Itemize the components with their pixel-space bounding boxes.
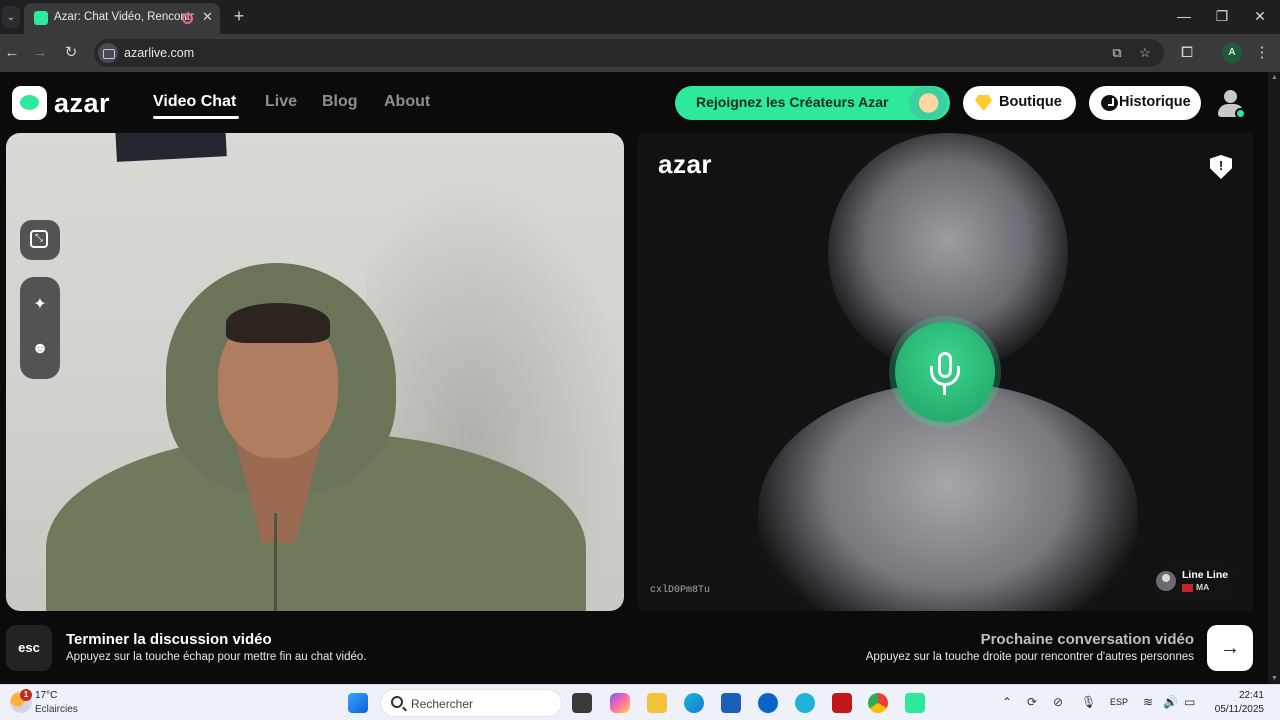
battery-icon[interactable]: ▭ — [1184, 695, 1195, 709]
remote-video: azar ! cxlD0Pm8Tu Line Line MA — [638, 133, 1254, 611]
taskbar-search[interactable]: Rechercher — [380, 689, 562, 717]
sync-icon[interactable]: ⟳ — [1027, 695, 1037, 709]
hp-icon[interactable] — [758, 693, 778, 713]
extensions-icon[interactable]: ⧠ — [1177, 43, 1197, 63]
join-creators-button[interactable]: Rejoignez les Créateurs Azar — [675, 86, 950, 120]
person-hair — [226, 303, 330, 343]
recording-indicator-icon — [182, 13, 193, 24]
local-video — [6, 133, 624, 611]
tab-title: Azar: Chat Vidéo, Rencontre — [54, 11, 194, 23]
end-chat-hint: Appuyez sur la touche échap pour mettre … — [66, 651, 367, 663]
azar-watermark: azar — [658, 149, 713, 179]
nav-video-chat[interactable]: Video Chat — [153, 93, 236, 111]
search-placeholder: Rechercher — [411, 697, 474, 711]
nav-active-underline — [153, 116, 239, 119]
scroll-up-icon[interactable]: ▲ — [1271, 74, 1278, 81]
mcafee-icon[interactable] — [832, 693, 852, 713]
windows-start-icon[interactable] — [348, 693, 368, 713]
peer-name: Line Line — [1182, 569, 1229, 581]
azar-logo-icon — [12, 86, 47, 120]
microphone-icon — [895, 322, 995, 422]
jacket-zipper — [274, 513, 277, 611]
back-arrow-icon[interactable]: ← — [2, 43, 22, 63]
peer-country: MA — [1196, 582, 1210, 592]
clock-icon — [1101, 95, 1118, 111]
file-explorer-icon[interactable] — [647, 693, 667, 713]
next-chat-hint: Appuyez sur la touche droite pour rencon… — [865, 651, 1194, 663]
system-date[interactable]: 05/11/2025 — [1215, 704, 1264, 715]
sparkle-effects-icon[interactable]: ✦ — [30, 295, 50, 315]
user-avatar-icon[interactable] — [1215, 88, 1247, 120]
bookmark-star-icon[interactable]: ☆ — [1136, 44, 1154, 62]
browser-menu-icon[interactable]: ⋮ — [1252, 43, 1272, 63]
forward-arrow-icon[interactable]: → — [30, 43, 50, 63]
new-tab-button[interactable]: + — [230, 6, 248, 26]
show-hidden-icons-chevron-icon[interactable]: ⌃ — [1002, 695, 1012, 709]
wifi-icon[interactable]: ≋ — [1143, 695, 1153, 709]
azar-logo[interactable]: azar — [12, 86, 122, 120]
tab-close-icon[interactable]: ✕ — [202, 9, 216, 25]
camera-off-icon[interactable]: ⊘ — [1053, 695, 1063, 709]
close-window-button[interactable]: ✕ — [1250, 6, 1270, 26]
peer-avatar-icon — [1156, 571, 1176, 591]
windows-taskbar: 1 17°C Eclaircies Rechercher ⌃ ⟳ ⊘ 🎙 ESP… — [0, 684, 1280, 720]
hp-smart-icon[interactable] — [795, 693, 815, 713]
nav-about[interactable]: About — [384, 93, 430, 111]
peer-session-id: cxlD0Pm8Tu — [650, 585, 711, 596]
end-chat-title: Terminer la discussion vidéo — [66, 631, 272, 648]
history-button[interactable]: Historique — [1089, 86, 1201, 120]
edge-icon[interactable] — [684, 693, 704, 713]
page-scrollbar[interactable]: ▲ ▼ — [1268, 72, 1280, 684]
azar-app-icon[interactable] — [905, 693, 925, 713]
join-creators-label: Rejoignez les Créateurs Azar — [696, 94, 889, 110]
country-flag-icon — [1182, 584, 1193, 592]
chrome-icon[interactable] — [868, 693, 888, 713]
azar-logo-text: azar — [54, 88, 111, 118]
next-chat-title: Prochaine conversation vidéo — [980, 631, 1194, 648]
creators-illustration-icon — [901, 87, 947, 119]
scroll-down-icon[interactable]: ▼ — [1271, 675, 1278, 682]
address-bar[interactable]: azarlive.com ⧉ ☆ — [94, 39, 1164, 67]
history-label: Historique — [1119, 94, 1191, 110]
maximize-button[interactable]: ❐ — [1212, 6, 1232, 26]
report-shield-icon[interactable]: ! — [1210, 155, 1232, 179]
url-text[interactable]: azarlive.com — [124, 46, 194, 60]
nav-live[interactable]: Live — [265, 93, 297, 111]
tab-search-chevron-icon[interactable]: ⌄ — [2, 6, 20, 28]
background-object — [115, 133, 227, 162]
browser-toolbar: ← → ↻ azarlive.com ⧉ ☆ ⧠ A ⋮ — [0, 34, 1280, 72]
peer-info-card[interactable]: Line Line MA — [1150, 566, 1238, 596]
microsoft-store-icon[interactable] — [721, 693, 741, 713]
cast-icon[interactable]: ⧉ — [1108, 44, 1126, 62]
azar-favicon-icon — [34, 11, 48, 25]
active-tab[interactable]: Azar: Chat Vidéo, Rencontre ✕ — [24, 3, 220, 34]
copilot-icon[interactable] — [610, 693, 630, 713]
collapse-icon: ⤡ — [30, 230, 48, 248]
system-time[interactable]: 22:41 — [1239, 690, 1264, 701]
weather-condition[interactable]: Eclaircies — [35, 704, 78, 715]
next-chat-button[interactable]: → — [1207, 625, 1253, 671]
minimize-button[interactable]: — — [1174, 6, 1194, 26]
microphone-button[interactable] — [889, 316, 1001, 428]
site-info-icon[interactable] — [98, 43, 118, 63]
reload-icon[interactable]: ↻ — [61, 43, 81, 63]
shop-button[interactable]: Boutique — [963, 86, 1076, 120]
microphone-tray-icon[interactable]: 🎙 — [1081, 695, 1096, 709]
nav-blog[interactable]: Blog — [322, 93, 358, 111]
keyboard-language[interactable]: ESP — [1110, 697, 1128, 707]
search-icon — [391, 696, 403, 708]
shop-label: Boutique — [999, 94, 1062, 110]
volume-icon[interactable]: 🔊 — [1163, 695, 1178, 709]
task-view-icon[interactable] — [572, 693, 592, 713]
profile-avatar[interactable]: A — [1222, 43, 1242, 63]
weather-notification-badge: 1 — [20, 689, 32, 701]
esc-key-button[interactable]: esc — [6, 625, 52, 671]
face-filter-icon[interactable]: ☻ — [30, 339, 50, 359]
minimize-video-button[interactable]: ⤡ — [20, 220, 60, 260]
diamond-icon — [975, 95, 992, 111]
browser-tab-bar: ⌄ Azar: Chat Vidéo, Rencontre ✕ + — ❐ ✕ — [0, 0, 1280, 34]
effects-toolbar: ✦ ☻ — [20, 277, 60, 379]
azar-page: azar Video Chat Live Blog About Rejoigne… — [0, 72, 1268, 684]
weather-temperature[interactable]: 17°C — [35, 690, 57, 701]
